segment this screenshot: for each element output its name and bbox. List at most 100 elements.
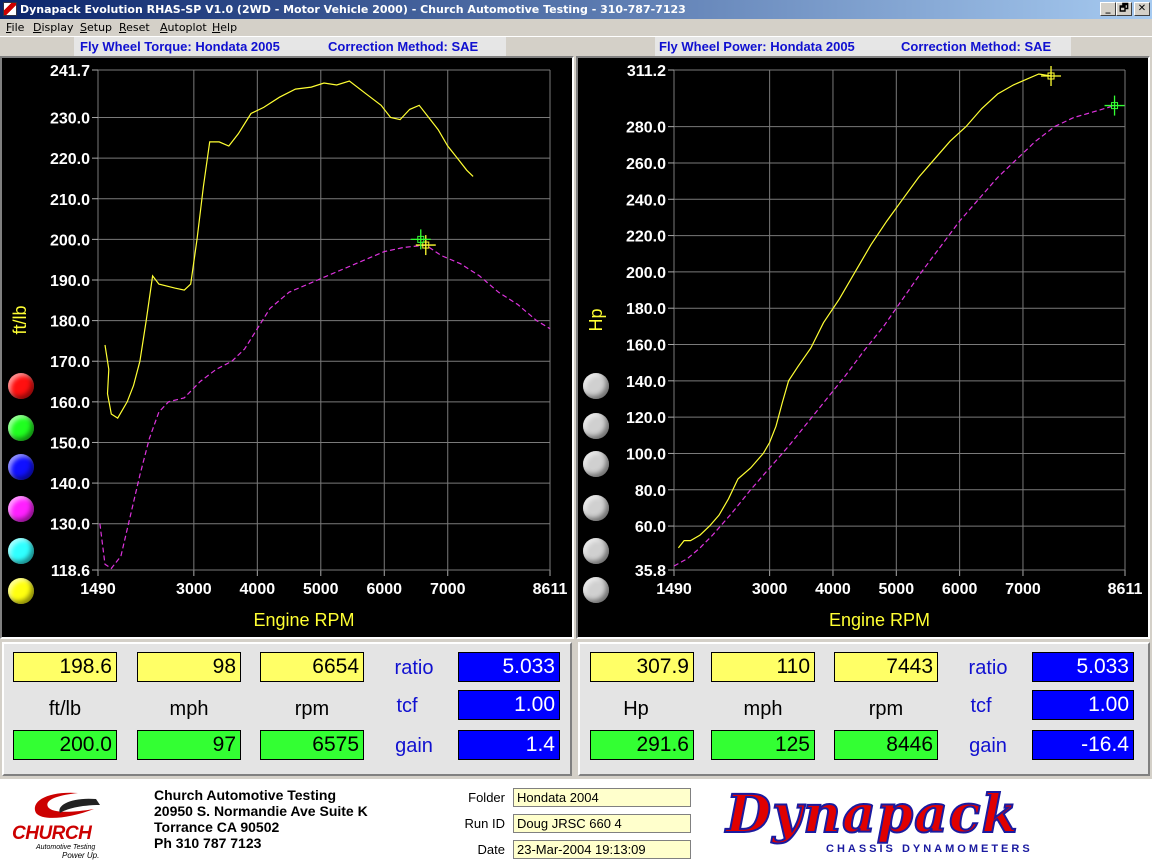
ratio-label: ratio (394, 657, 434, 679)
power-chart-panel: 1490 3000 4000 5000 6000 7000 8611 311.2 280.0 26… (576, 56, 1150, 639)
power-ratio-label: ratio (968, 657, 1008, 679)
menu-autoplot[interactable]: Autoplot (160, 19, 207, 37)
run-id-field[interactable]: Doug JRSC 660 4 (513, 814, 691, 833)
power-y-tick-label: 200.0 (626, 265, 666, 282)
color-button-1[interactable] (583, 373, 609, 399)
church-logo-text: CHURCH (12, 823, 92, 844)
menu-display[interactable]: Display (33, 19, 74, 37)
church-logo: CHURCH Automotive Testing Power Up. (8, 787, 138, 861)
power-x-tick-label: 3000 (752, 581, 788, 598)
torque-series-primary-line (104, 80, 474, 419)
company-name: Church Automotive Testing (154, 787, 336, 803)
color-button-yellow[interactable] (8, 578, 34, 604)
close-button[interactable]: ✕ (1134, 2, 1150, 16)
power-series-primary-line (677, 73, 1052, 549)
power-y-tick-label: 140.0 (626, 374, 666, 391)
app-icon[interactable] (3, 2, 17, 16)
torque-cursor2-value: 200.0 (13, 730, 117, 760)
torque-y-tick-label: 190.0 (50, 273, 90, 290)
color-button-cyan[interactable] (8, 538, 34, 564)
power-cursor1-mph: 110 (711, 652, 815, 682)
torque-y-tick-label: 210.0 (50, 192, 90, 209)
color-button-5[interactable] (583, 538, 609, 564)
company-city: Torrance CA 90502 (154, 819, 280, 835)
power-chart-header: Fly Wheel Power: Hondata 2005 Correction… (655, 37, 1071, 56)
church-logo-subtitle: Automotive Testing (36, 844, 96, 851)
menu-bar: File Display Setup Reset Autoplot Help (0, 19, 1152, 37)
torque-y-tick-label: 200.0 (50, 232, 90, 249)
torque-readout-panel: 198.6 98 6654 ft/lb mph rpm 200.0 97 657… (2, 642, 572, 776)
color-button-3[interactable] (583, 451, 609, 477)
torque-x-tick-label: 4000 (240, 581, 276, 598)
restore-button[interactable]: 🗗 (1116, 2, 1132, 16)
color-button-6[interactable] (583, 577, 609, 603)
color-button-4[interactable] (583, 495, 609, 521)
folder-label: Folder (468, 790, 505, 805)
torque-x-tick-label: 5000 (303, 581, 339, 598)
color-button-blue[interactable] (8, 454, 34, 480)
power-y-tick-label: 100.0 (626, 446, 666, 463)
power-y-tick-label: 240.0 (626, 192, 666, 209)
torque-x-axis-label: Engine RPM (253, 610, 354, 630)
torque-cursor-marker (415, 235, 436, 256)
mph-unit-label: mph (169, 698, 209, 720)
gain-value[interactable]: 1.4 (458, 730, 560, 760)
menu-reset[interactable]: Reset (119, 19, 150, 37)
power-y-tick-label: 180.0 (626, 301, 666, 318)
power-x-tick-label: 8611 (1108, 581, 1143, 598)
power-correction-method: Correction Method: SAE (901, 39, 1052, 54)
company-phone: Ph 310 787 7123 (154, 835, 262, 851)
power-x-tick-label: 6000 (942, 581, 978, 598)
rpm-unit-label: rpm (294, 698, 330, 720)
color-button-green[interactable] (8, 415, 34, 441)
power-x-tick-label: 7000 (1005, 581, 1041, 598)
power-tcf-label: tcf (970, 695, 992, 717)
power-cursor-marker (1041, 65, 1062, 86)
power-chart: 1490 3000 4000 5000 6000 7000 8611 311.2 280.0 26… (586, 63, 1143, 630)
torque-y-tick-label: 130.0 (50, 517, 90, 534)
menu-setup[interactable]: Setup (80, 19, 112, 37)
date-field[interactable]: 23-Mar-2004 19:13:09 (513, 840, 691, 859)
menu-file[interactable]: File (6, 19, 24, 37)
power-cursor2-mph: 125 (711, 730, 815, 760)
company-address: 20950 S. Normandie Ave Suite K (154, 803, 368, 819)
power-cursor-marker (1104, 95, 1125, 116)
title-bar: Dynapack Evolution RHAS-SP V1.0 (2WD - M… (0, 0, 1152, 19)
power-gain-label: gain (969, 735, 1007, 757)
color-button-magenta[interactable] (8, 496, 34, 522)
torque-cursor1-mph: 98 (137, 652, 241, 682)
power-cursor1-value: 307.9 (590, 652, 694, 682)
torque-y-tick-label: 140.0 (50, 476, 90, 493)
torque-chart-header: Fly Wheel Torque: Hondata 2005 Correctio… (74, 37, 506, 56)
power-rpm-unit-label: rpm (868, 698, 904, 720)
torque-cursor2-mph: 97 (137, 730, 241, 760)
power-y-tick-label: 220.0 (626, 229, 666, 246)
power-tcf-value[interactable]: 1.00 (1032, 690, 1134, 720)
footer: CHURCH Automotive Testing Power Up. Chur… (0, 779, 1152, 864)
power-gain-value[interactable]: -16.4 (1032, 730, 1134, 760)
torque-y-tick-label: 180.0 (50, 314, 90, 331)
tcf-label: tcf (396, 695, 418, 717)
power-unit-label: Hp (623, 698, 649, 720)
torque-cursor2-rpm: 6575 (260, 730, 364, 760)
tcf-value[interactable]: 1.00 (458, 690, 560, 720)
dynapack-brand-subtitle: CHASSIS DYNAMOMETERS (826, 843, 1033, 855)
power-y-tick-label: 35.8 (635, 563, 666, 580)
ratio-value[interactable]: 5.033 (458, 652, 560, 682)
dynapack-brand-text: Dynapack (725, 784, 1019, 845)
power-y-tick-label: 280.0 (626, 120, 666, 137)
folder-field[interactable]: Hondata 2004 (513, 788, 691, 807)
power-x-tick-label: 1490 (656, 581, 692, 598)
power-y-tick-label: 80.0 (635, 483, 666, 500)
dynapack-window: Dynapack Evolution RHAS-SP V1.0 (2WD - M… (0, 0, 1152, 864)
torque-y-tick-label: 220.0 (50, 151, 90, 168)
menu-help[interactable]: Help (212, 19, 237, 37)
power-ratio-value[interactable]: 5.033 (1032, 652, 1134, 682)
power-cursor2-value: 291.6 (590, 730, 694, 760)
minimize-button[interactable]: _ (1100, 2, 1116, 16)
torque-unit-label: ft/lb (48, 698, 82, 720)
power-cursor1-rpm: 7443 (834, 652, 938, 682)
color-button-red[interactable] (8, 373, 34, 399)
torque-y-tick-label: 230.0 (50, 111, 90, 128)
color-button-2[interactable] (583, 413, 609, 439)
